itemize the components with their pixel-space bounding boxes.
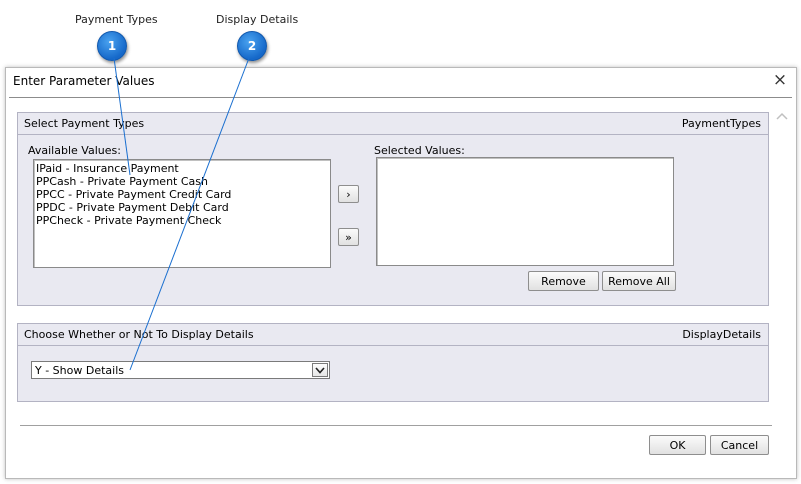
display-details-header: Choose Whether or Not To Display Details… (18, 324, 768, 346)
display-details-value: Y - Show Details (35, 364, 124, 377)
add-selected-button[interactable]: › (338, 185, 359, 203)
available-values-label: Available Values: (28, 144, 121, 157)
add-all-button[interactable]: » (338, 228, 359, 246)
ok-button[interactable]: OK (649, 435, 706, 455)
close-icon[interactable]: × (770, 70, 790, 90)
payment-types-title: Select Payment Types (24, 117, 145, 130)
payment-types-group: Select Payment Types PaymentTypes Availa… (17, 112, 769, 306)
dialog-body: Select Payment Types PaymentTypes Availa… (9, 97, 792, 475)
parameter-dialog: Enter Parameter Values × Select Payment … (5, 67, 797, 479)
list-item[interactable]: PPCheck - Private Payment Check (36, 214, 328, 227)
dialog-title: Enter Parameter Values (13, 74, 155, 88)
selected-values-list[interactable] (376, 157, 674, 266)
dialog-title-bar: Enter Parameter Values × (6, 68, 796, 94)
double-chevron-right-icon: » (345, 230, 352, 244)
annotation-label-display-details: Display Details (216, 13, 299, 26)
chevron-down-icon[interactable] (312, 363, 328, 377)
display-details-group: Choose Whether or Not To Display Details… (17, 323, 769, 402)
scroll-up-icon[interactable] (775, 110, 789, 124)
callout-marker-2: 2 (237, 31, 267, 61)
selected-values-label: Selected Values: (374, 144, 465, 157)
list-item[interactable]: PPDC - Private Payment Debit Card (36, 201, 328, 214)
display-details-select[interactable]: Y - Show Details (31, 361, 330, 379)
annotation-label-payment-types: Payment Types (75, 13, 158, 26)
payment-types-param-name: PaymentTypes (681, 117, 761, 130)
callout-number-1: 1 (107, 39, 117, 53)
display-details-param-name: DisplayDetails (682, 328, 761, 341)
available-values-list[interactable]: IPaid - Insurance Payment PPCash - Priva… (33, 159, 331, 268)
display-details-title: Choose Whether or Not To Display Details (24, 328, 254, 341)
remove-button[interactable]: Remove (528, 271, 599, 291)
cancel-button[interactable]: Cancel (710, 435, 769, 455)
list-item[interactable]: IPaid - Insurance Payment (36, 162, 328, 175)
footer-divider (20, 425, 772, 426)
remove-all-button[interactable]: Remove All (602, 271, 676, 291)
callout-marker-1: 1 (97, 31, 127, 61)
payment-types-header: Select Payment Types PaymentTypes (18, 113, 768, 135)
callout-number-2: 2 (247, 39, 257, 53)
chevron-right-icon: › (346, 187, 351, 201)
list-item[interactable]: PPCC - Private Payment Credit Card (36, 188, 328, 201)
list-item[interactable]: PPCash - Private Payment Cash (36, 175, 328, 188)
